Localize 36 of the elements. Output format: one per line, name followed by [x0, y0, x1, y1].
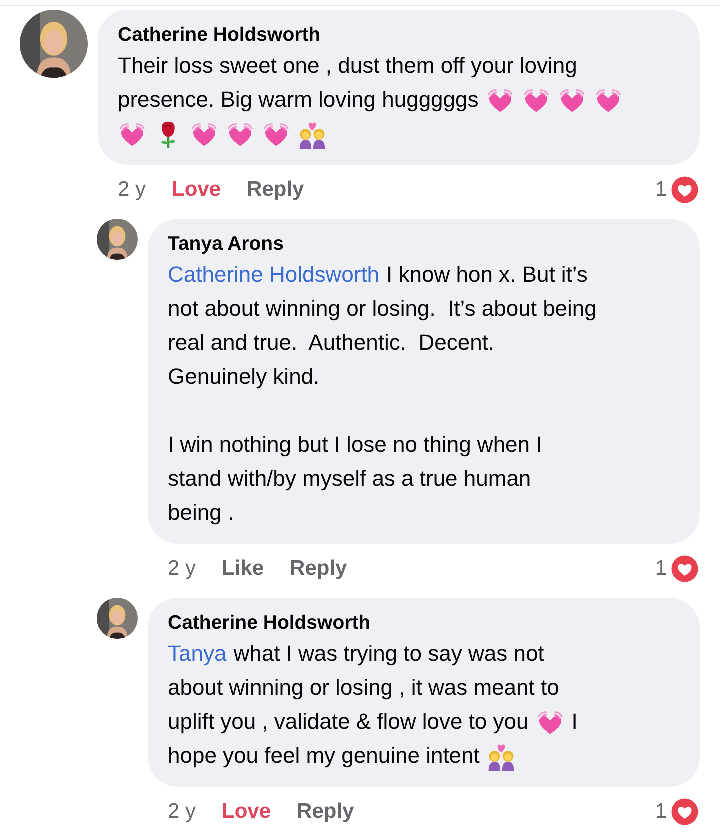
reply-button[interactable]: Reply	[247, 178, 304, 202]
mention-link[interactable]: Tanya	[168, 641, 227, 667]
comment-text: I know hon x. But it’s	[386, 262, 588, 288]
couple-icon	[298, 120, 327, 148]
comment-text: hope you feel my genuine intent	[168, 743, 480, 769]
reply-button[interactable]: Reply	[297, 800, 354, 824]
timestamp: 2 y	[118, 178, 146, 202]
author-name[interactable]: Tanya Arons	[168, 233, 284, 256]
comment-text: real and true. Authentic. Decent.	[168, 330, 495, 356]
comment-text: Genuinely kind.	[168, 364, 320, 390]
comment-text: I win nothing but I lose no thing when I	[168, 432, 542, 458]
timestamp: 2 y	[168, 800, 196, 824]
react-button[interactable]: Love	[172, 178, 222, 202]
author-name[interactable]: Catherine Holdsworth	[168, 612, 371, 635]
comment-text: about winning or losing , it was meant to	[168, 675, 560, 701]
author-name[interactable]: Catherine Holdsworth	[118, 24, 321, 47]
comment-text: stand with/by myself as a true human	[168, 466, 532, 492]
comment-text: being .	[168, 500, 234, 526]
reaction-count: 1	[655, 557, 667, 581]
heart-reaction-icon	[670, 175, 700, 205]
comment-text: I	[572, 709, 578, 735]
comment-text: uplift you , validate & flow love to you	[168, 709, 529, 735]
reaction-count: 1	[655, 800, 667, 824]
heart-reaction-icon	[670, 554, 700, 584]
react-button[interactable]: Love	[222, 800, 272, 824]
comment-text: what I was trying to say was not	[234, 641, 544, 667]
couple-icon	[486, 742, 516, 770]
reply-button[interactable]: Reply	[290, 557, 348, 581]
comment-text: Their loss sweet one , dust them off your loving	[118, 53, 578, 79]
mention-link[interactable]: Catherine Holdsworth	[168, 262, 380, 288]
react-button[interactable]: Like	[222, 557, 264, 581]
reaction-count: 1	[655, 178, 667, 202]
timestamp: 2 y	[168, 557, 196, 581]
comment-text: presence. Big warm loving hugggggs	[118, 87, 479, 113]
comment-text: not about winning or losing. It’s about being	[168, 296, 597, 322]
heart-reaction-icon	[670, 797, 700, 827]
